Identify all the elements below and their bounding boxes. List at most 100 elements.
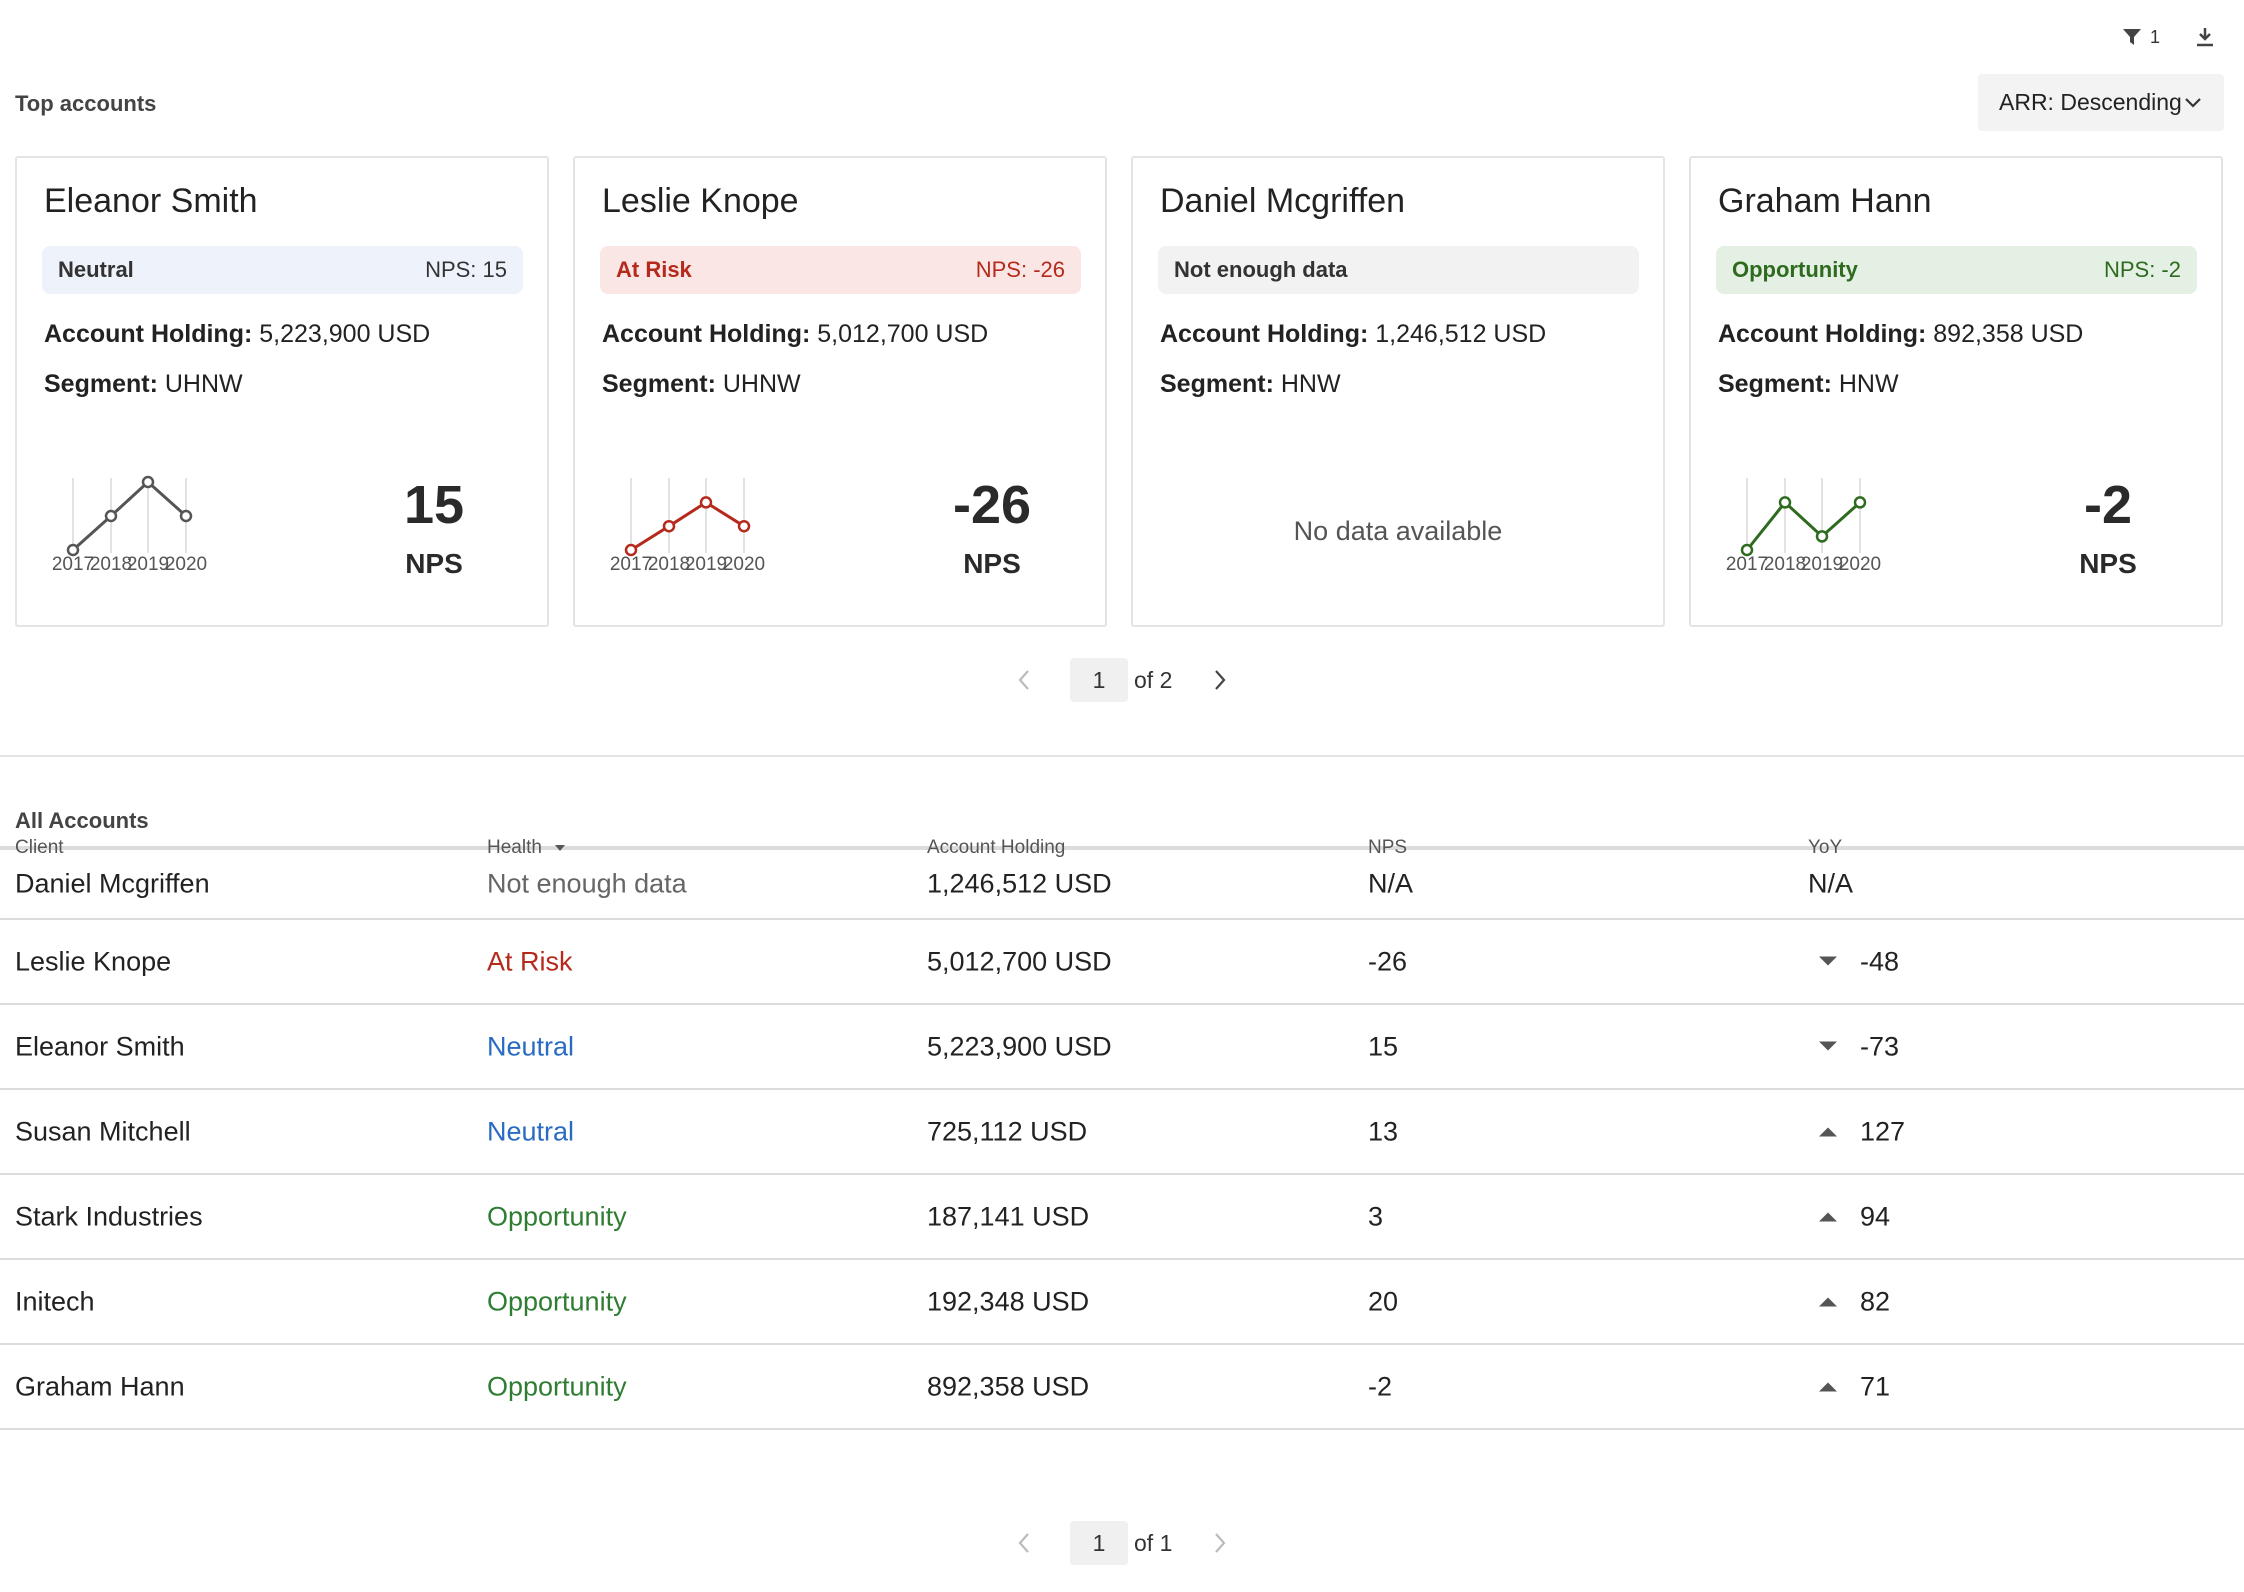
yoy-value: 94 (1860, 1201, 1891, 1231)
cell-client[interactable]: Initech (15, 1286, 95, 1317)
table-row[interactable]: Graham Hann Opportunity 892,358 USD -2 71 (0, 1345, 2244, 1430)
segment-value: HNW (1838, 370, 1899, 398)
cell-health: Opportunity (487, 1201, 627, 1231)
holding-value: 892,358 USD (1933, 320, 2084, 348)
trend-up-icon (1819, 1212, 1837, 1222)
account-card[interactable]: Leslie Knope At Risk NPS: -26 Account Ho… (573, 156, 1107, 627)
cell-holding: 192,348 USD (927, 1286, 1090, 1316)
cell-holding: 187,141 USD (927, 1201, 1090, 1231)
year-tick-label: 2018 (648, 554, 690, 575)
account-card[interactable]: Graham Hann Opportunity NPS: -2 Account … (1689, 156, 2223, 627)
yoy-value: 127 (1860, 1116, 1906, 1146)
trend-down-icon (1819, 1041, 1837, 1051)
cell-client[interactable]: Eleanor Smith (15, 1031, 185, 1062)
page-number-input[interactable]: 1 (1070, 1521, 1128, 1565)
trend-line (71, 479, 188, 552)
nps-label: NPS (963, 548, 1021, 579)
cell-health: Neutral (487, 1116, 575, 1146)
cell-client[interactable]: Graham Hann (15, 1371, 185, 1402)
cell-health: Opportunity (487, 1286, 627, 1316)
cell-yoy: 71 (1818, 1371, 1890, 1402)
badge-status: Not enough data (1174, 257, 1348, 282)
trend-line (1745, 500, 1862, 551)
year-tick-label: 2018 (90, 554, 132, 575)
filter-icon (2122, 29, 2141, 45)
badge-status: At Risk (616, 257, 692, 282)
trend-point (104, 509, 118, 523)
nps-label: NPS (2079, 548, 2137, 579)
trend-down-icon (1819, 956, 1837, 966)
card-holding: Account Holding: 1,246,512 USD (1160, 320, 1546, 349)
year-tick-label: 2020 (723, 554, 765, 575)
cell-nps: 13 (1368, 1116, 1399, 1146)
holding-value: 5,223,900 USD (259, 320, 431, 348)
yoy-value: 82 (1860, 1286, 1891, 1316)
table-row[interactable]: Stark Industries Opportunity 187,141 USD 3 9… (0, 1175, 2244, 1260)
year-tick-label: 2019 (1801, 554, 1843, 575)
all-accounts-title: All Accounts (15, 808, 149, 833)
card-client-name: Eleanor Smith (44, 182, 258, 220)
toolbar: 1 (2122, 26, 2216, 48)
segment-value: UHNW (164, 370, 243, 398)
trend-up-icon (1819, 1127, 1837, 1137)
cell-nps: N/A (1368, 868, 1414, 899)
card-client-name: Graham Hann (1718, 182, 1932, 220)
cell-health: At Risk (487, 946, 573, 976)
table-row[interactable]: Leslie Knope At Risk 5,012,700 USD -26 -48 (0, 920, 2244, 1005)
next-page-button[interactable] (1202, 1525, 1238, 1561)
account-card[interactable]: Daniel Mcgriffen Not enough data Account… (1131, 156, 1665, 627)
nps-value: -26 (952, 475, 1032, 535)
segment-value: HNW (1280, 370, 1341, 398)
year-tick-label: 2019 (127, 554, 169, 575)
holding-value: 5,012,700 USD (817, 320, 989, 348)
prev-page-button[interactable] (1006, 662, 1042, 698)
cell-yoy: -48 (1818, 946, 1899, 977)
chevron-right-icon (1215, 1533, 1226, 1553)
cell-client[interactable]: Stark Industries (15, 1201, 203, 1232)
year-tick-label: 2020 (1839, 554, 1881, 575)
cell-nps: 15 (1368, 1031, 1399, 1061)
health-badge: At Risk NPS: -26 (600, 246, 1081, 294)
health-badge: Not enough data (1158, 246, 1639, 294)
table-row[interactable]: Initech Opportunity 192,348 USD 20 82 (0, 1260, 2244, 1345)
trend-up-icon (1819, 1297, 1837, 1307)
cell-yoy: N/A (1808, 869, 1853, 900)
segment-label: Segment: (1160, 370, 1274, 398)
badge-nps: NPS: 15 (425, 257, 507, 282)
table-row[interactable]: Daniel Mcgriffen Not enough data 1,246,512… (0, 850, 2244, 920)
badge-status: Opportunity (1732, 257, 1858, 282)
chevron-left-icon (1018, 670, 1029, 690)
sort-dropdown[interactable]: ARR: Descending (1978, 74, 2224, 131)
year-tick-label: 2017 (52, 554, 94, 575)
trend-point (141, 475, 155, 489)
trend-up-icon (1819, 1382, 1837, 1392)
download-icon (2197, 28, 2213, 47)
download-button[interactable] (2194, 26, 2216, 48)
prev-page-button[interactable] (1006, 1525, 1042, 1561)
cell-client[interactable]: Daniel Mcgriffen (15, 869, 210, 900)
cell-holding: 1,246,512 USD (927, 868, 1112, 899)
holding-label: Account Holding: (1160, 320, 1369, 348)
nps-label: NPS (405, 548, 463, 579)
card-segment: Segment: HNW (1718, 370, 1899, 399)
cell-yoy: 94 (1818, 1201, 1890, 1232)
page-number-input[interactable]: 1 (1070, 658, 1128, 702)
accounts-table: Client Health Account Holding NPS YoY Da… (0, 837, 2244, 1430)
table-row[interactable]: Susan Mitchell Neutral 725,112 USD 13 127 (0, 1090, 2244, 1175)
year-tick-label: 2019 (685, 554, 727, 575)
cell-client[interactable]: Susan Mitchell (15, 1116, 191, 1147)
health-badge: Opportunity NPS: -2 (1716, 246, 2197, 294)
next-page-button[interactable] (1202, 662, 1238, 698)
table-row[interactable]: Eleanor Smith Neutral 5,223,900 USD 15 -73 (0, 1005, 2244, 1090)
segment-value: UHNW (722, 370, 801, 398)
nps-trend-chart: 2017201820192020 (52, 475, 207, 575)
card-segment: Segment: UHNW (602, 370, 801, 399)
badge-nps: NPS: -26 (975, 257, 1065, 282)
filter-button[interactable]: 1 (2122, 27, 2160, 48)
cell-nps: 3 (1368, 1201, 1384, 1231)
chevron-left-icon (1018, 1533, 1029, 1553)
account-card[interactable]: Eleanor Smith Neutral NPS: 15 Account Ho… (15, 156, 549, 627)
cell-client[interactable]: Leslie Knope (15, 946, 171, 977)
segment-label: Segment: (1718, 370, 1832, 398)
card-client-name: Leslie Knope (602, 182, 799, 220)
